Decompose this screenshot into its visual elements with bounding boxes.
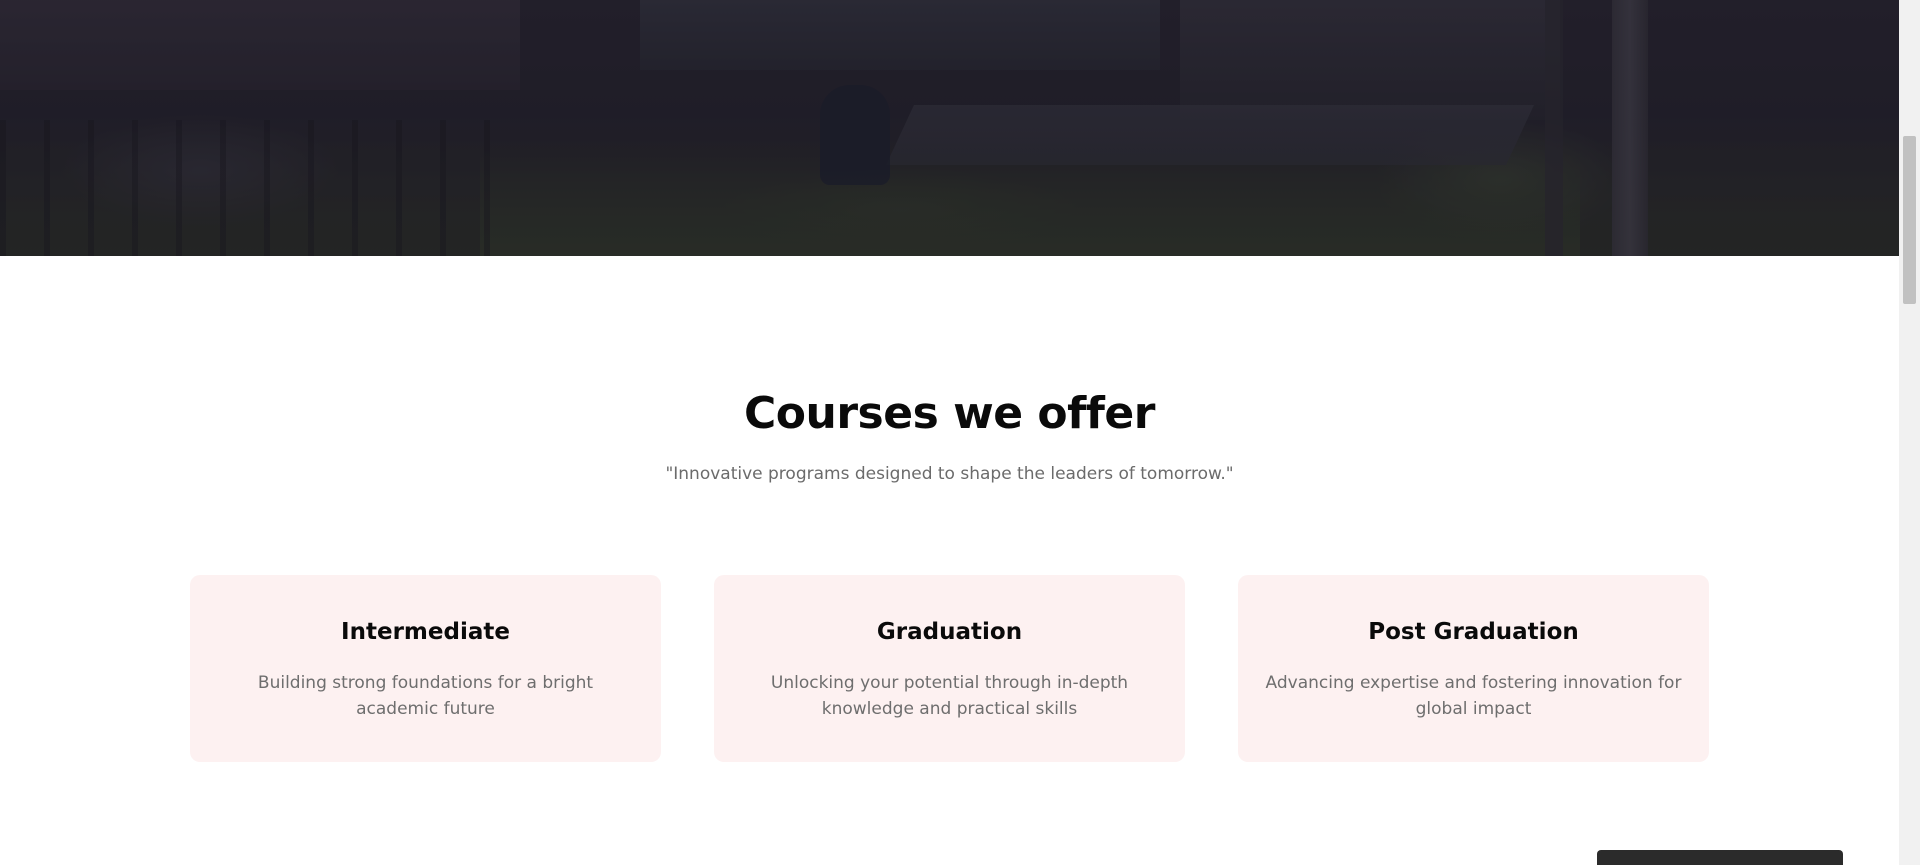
- course-card-title: Post Graduation: [1368, 619, 1579, 645]
- hero-image: [0, 0, 1899, 256]
- course-card-title: Intermediate: [341, 619, 510, 645]
- course-cards: Intermediate Building strong foundations…: [190, 575, 1710, 762]
- course-card-description: Unlocking your potential through in-dept…: [770, 673, 1129, 719]
- page-scrollbar[interactable]: [1899, 0, 1920, 865]
- course-card-graduation[interactable]: Graduation Unlocking your potential thro…: [714, 575, 1185, 762]
- hero-overlay: [0, 0, 1899, 256]
- courses-title: Courses we offer: [744, 388, 1155, 439]
- status-toast: [1597, 850, 1843, 865]
- page: Courses we offer "Innovative programs de…: [0, 0, 1920, 865]
- course-card-description: Building strong foundations for a bright…: [257, 673, 594, 719]
- course-card-title: Graduation: [876, 619, 1023, 645]
- course-card-post-graduation[interactable]: Post Graduation Advancing expertise and …: [1238, 575, 1709, 762]
- scrollbar-thumb[interactable]: [1903, 136, 1916, 304]
- course-card-description: Advancing expertise and fostering innova…: [1265, 673, 1682, 719]
- course-card-intermediate[interactable]: Intermediate Building strong foundations…: [190, 575, 661, 762]
- courses-subtitle: "Innovative programs designed to shape t…: [665, 464, 1234, 484]
